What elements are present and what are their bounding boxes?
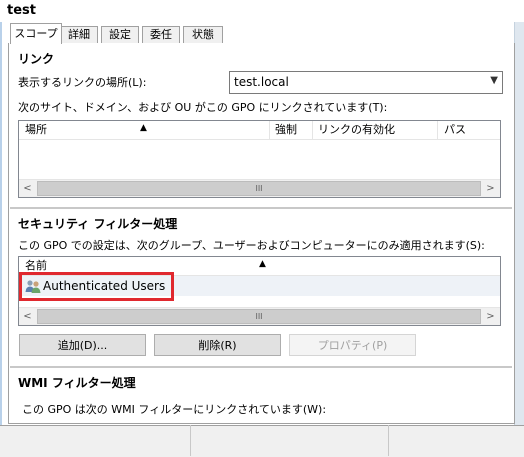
gpo-title: test [7, 3, 36, 18]
links-section-title: リンク [18, 52, 55, 66]
security-hscrollbar[interactable]: < III > [19, 307, 500, 325]
scroll-thumb[interactable]: III [37, 309, 481, 324]
column-path[interactable]: パス [444, 121, 466, 139]
scroll-right-icon[interactable]: > [482, 180, 499, 197]
sort-ascending-icon: ▲ [259, 259, 266, 269]
scroll-right-icon[interactable]: > [482, 308, 499, 325]
title-bar: test [0, 0, 524, 22]
annotation-highlight [19, 272, 174, 301]
sort-ascending-icon: ▲ [140, 123, 147, 133]
column-enforced[interactable]: 強制 [275, 121, 297, 139]
scroll-left-icon[interactable]: < [19, 308, 36, 325]
links-list-header: 場所 ▲ 強制 リンクの有効化 パス [19, 121, 500, 140]
status-bar [0, 425, 524, 457]
column-link-enabled[interactable]: リンクの有効化 [318, 121, 395, 139]
link-location-combo[interactable]: test.local ▼ [229, 71, 503, 94]
tab-settings[interactable]: 設定 [101, 26, 139, 43]
column-location[interactable]: 場所 [25, 121, 47, 139]
remove-button[interactable]: 削除(R) [154, 334, 281, 356]
tab-status[interactable]: 状態 [183, 26, 223, 43]
security-section-title: セキュリティ フィルター処理 [18, 217, 178, 231]
status-separator [190, 425, 191, 456]
section-divider [10, 366, 512, 369]
tab-delegation[interactable]: 委任 [142, 26, 180, 43]
tab-details[interactable]: 詳細 [60, 26, 98, 43]
links-description: 次のサイト、ドメイン、および OU がこの GPO にリンクされています(T): [18, 101, 388, 114]
status-separator [388, 425, 389, 456]
chevron-down-icon[interactable]: ▼ [490, 75, 498, 86]
window-frame-left [0, 0, 2, 425]
column-separator [437, 121, 438, 139]
link-location-label: 表示するリンクの場所(L): [18, 76, 147, 89]
links-hscrollbar[interactable]: < III > [19, 179, 500, 197]
section-divider [10, 207, 512, 210]
column-separator [312, 121, 313, 139]
scroll-left-icon[interactable]: < [19, 180, 36, 197]
add-button[interactable]: 追加(D)... [19, 334, 146, 356]
properties-button[interactable]: プロパティ(P) [289, 334, 416, 356]
column-separator [269, 121, 270, 139]
security-description: この GPO での設定は、次のグループ、ユーザーおよびコンピューターにのみ適用さ… [18, 239, 485, 252]
window-frame-right [514, 0, 524, 425]
link-location-value: test.local [234, 75, 289, 89]
wmi-section-title: WMI フィルター処理 [18, 376, 136, 390]
tab-scope[interactable]: スコープ [10, 23, 62, 44]
wmi-description: この GPO は次の WMI フィルターにリンクされています(W): [22, 403, 327, 416]
links-list[interactable]: 場所 ▲ 強制 リンクの有効化 パス < III > [18, 120, 501, 198]
scroll-thumb[interactable]: III [37, 181, 481, 196]
